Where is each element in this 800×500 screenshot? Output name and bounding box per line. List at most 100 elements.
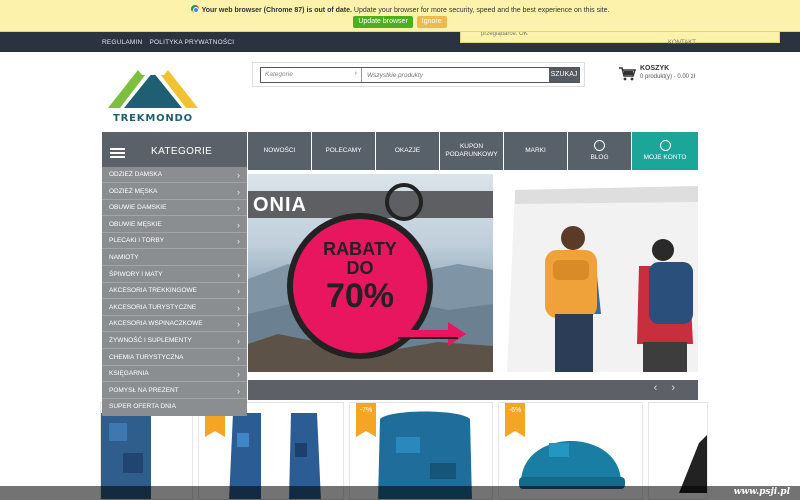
- nav-item-label: MOJE KONTO: [643, 153, 687, 161]
- nav-item-new[interactable]: NOWOŚCI: [248, 132, 311, 170]
- nav-item-brands[interactable]: MARKI: [504, 132, 567, 170]
- logo-brand-text: TREKMONDO: [113, 113, 193, 124]
- category-label: CHEMIA TURYSTYCZNA: [109, 353, 184, 361]
- category-item-bookstore[interactable]: KSIĘGARNIA ›: [102, 366, 247, 383]
- category-item-sleeping-bags[interactable]: ŚPIWORY I MATY ›: [102, 267, 247, 283]
- nav-item-deals[interactable]: OKAZJE: [376, 132, 439, 170]
- products-carousel-bar: ‹›: [248, 380, 698, 400]
- category-item-gift-ideas[interactable]: POMYSŁ NA PREZENT ›: [102, 383, 247, 399]
- hamburger-icon: [110, 148, 125, 150]
- nav-item-my-account[interactable]: MOJE KONTO: [632, 132, 698, 170]
- category-label: ŚPIWORY I MATY: [109, 270, 163, 278]
- category-label: SUPER OFERTA DNIA: [109, 403, 176, 411]
- category-item-womens-shoes[interactable]: OBUWIE DAMSKIE ›: [102, 200, 247, 217]
- watermark: www.psji.pl: [0, 486, 800, 500]
- cart[interactable]: KOSZYK 0 produkt(y) - 0.00 zł: [618, 64, 708, 84]
- category-label: NAMIOTY: [109, 254, 139, 261]
- contact-link[interactable]: KONTAKT: [668, 40, 696, 46]
- cart-summary: 0 produkt(y) - 0.00 zł: [640, 74, 696, 80]
- chevron-right-icon: ›: [237, 385, 240, 396]
- carousel-next-icon[interactable]: ›: [671, 382, 689, 394]
- category-item-travel-accessories[interactable]: AKCESORIA TURYSTYCZNE ›: [102, 300, 247, 316]
- browser-warning-text: Update your browser for more security, s…: [353, 7, 610, 14]
- categories-menu-toggle[interactable]: KATEGORIE: [102, 132, 247, 170]
- chrome-icon: [190, 5, 199, 13]
- link-regulamin[interactable]: REGULAMIN: [102, 39, 142, 46]
- category-label: AKCESORIA TURYSTYCZNE: [109, 303, 197, 311]
- nav-item-label: KUPON PODARUNKOWY: [445, 142, 498, 158]
- chevron-right-icon: ›: [237, 236, 240, 247]
- cart-icon: [619, 67, 636, 81]
- category-item-trekking-accessories[interactable]: AKCESORIA TREKKINGOWE ›: [102, 283, 247, 300]
- promo-banner-sale[interactable]: ONIA RABATY DO 70%: [248, 174, 493, 372]
- category-item-chemicals[interactable]: CHEMIA TURYSTYCZNA ›: [102, 350, 247, 366]
- search-input[interactable]: [364, 68, 549, 82]
- category-item-backpacks[interactable]: PLECAKI I TORBY ›: [102, 233, 247, 250]
- category-label: AKCESORIA WSPINACZKOWE: [109, 320, 203, 328]
- cookie-notice: przeglądarce. OK: [460, 31, 780, 43]
- browser-warning-bar: Your web browser (Chrome 87) is out of d…: [0, 0, 800, 32]
- discount-badge: -7%: [356, 403, 376, 437]
- logo-mountain-icon: [108, 70, 198, 108]
- chevron-right-icon: ›: [237, 352, 240, 363]
- chevron-right-icon: ›: [354, 70, 357, 77]
- nav-item-label: MARKI: [525, 146, 546, 154]
- category-label: PLECAKI I TORBY: [109, 237, 165, 245]
- search-category-placeholder: Kategorie: [265, 71, 293, 78]
- sale-tag-line3: 70%: [325, 277, 395, 315]
- chevron-right-icon: ›: [237, 219, 240, 230]
- blog-icon: [594, 139, 605, 151]
- category-label: KSIĘGARNIA: [109, 370, 149, 378]
- cart-label: KOSZYK: [640, 65, 670, 72]
- nav-item-label: NOWOŚCI: [263, 146, 296, 154]
- search-button[interactable]: SZUKAJ: [549, 68, 579, 82]
- nav-item-recommended[interactable]: POLECAMY: [312, 132, 375, 170]
- link-privacy-policy[interactable]: POLITYKA PRYWATNOŚCI: [149, 39, 234, 46]
- category-list: ODZIEŻ DAMSKA › ODZIEŻ MĘSKA › OBUWIE DAMS…: [102, 167, 247, 416]
- category-label: AKCESORIA TREKKINGOWE: [109, 287, 198, 295]
- chevron-right-icon: ›: [237, 336, 240, 346]
- chevron-right-icon: ›: [237, 286, 240, 297]
- search-panel: Kategorie › SZUKAJ: [252, 62, 585, 87]
- search-box: Kategorie › SZUKAJ: [260, 67, 580, 83]
- nav-item-blog[interactable]: BLOG: [568, 132, 631, 170]
- logo[interactable]: TREKMONDO: [102, 64, 204, 126]
- hikers-image: [507, 186, 698, 372]
- chevron-right-icon: ›: [237, 302, 240, 313]
- categories-title: KATEGORIE: [151, 146, 213, 157]
- category-item-deal-of-the-day[interactable]: SUPER OFERTA DNIA: [102, 399, 247, 415]
- sale-tag-line2: DO: [346, 258, 374, 278]
- category-item-mens-shoes[interactable]: OBUWIE MĘSKIE ›: [102, 217, 247, 233]
- chevron-right-icon: ›: [237, 170, 240, 180]
- watermark-text: www.psji.pl: [733, 487, 790, 497]
- category-item-tents[interactable]: NAMIOTY: [102, 250, 247, 266]
- category-label: ODZIEŻ DAMSKA: [109, 171, 163, 178]
- category-item-climbing-accessories[interactable]: AKCESORIA WSPINACZKOWE ›: [102, 316, 247, 333]
- category-label: POMYSŁ NA PREZENT: [109, 386, 179, 394]
- discount-badge: -6%: [505, 403, 525, 437]
- update-browser-button[interactable]: Update browser: [353, 16, 413, 28]
- category-label: ODZIEŻ MĘSKA: [109, 187, 158, 195]
- user-icon: [659, 139, 671, 151]
- chevron-right-icon: ›: [237, 203, 240, 214]
- main-nav: NOWOŚCI POLECAMY OKAZJE KUPON PODARUNKOW…: [248, 132, 698, 170]
- chevron-right-icon: ›: [237, 369, 240, 380]
- ignore-button[interactable]: Ignore: [416, 16, 447, 28]
- browser-warning-bold: Your web browser (Chrome 87) is out of d…: [201, 7, 352, 14]
- category-item-womens-clothing[interactable]: ODZIEŻ DAMSKA ›: [102, 167, 247, 183]
- category-label: OBUWIE MĘSKIE: [109, 220, 162, 228]
- chevron-right-icon: ›: [237, 269, 240, 280]
- nav-item-label: OKAZJE: [394, 146, 421, 154]
- promo-banner-hikers[interactable]: [493, 174, 698, 372]
- carousel-prev-icon[interactable]: ‹: [654, 382, 672, 394]
- search-category-select[interactable]: Kategorie ›: [261, 68, 362, 82]
- nav-item-label: POLECAMY: [325, 146, 362, 154]
- browser-warning-message: Your web browser (Chrome 87) is out of d…: [0, 5, 800, 14]
- nav-item-gift-coupon[interactable]: KUPON PODARUNKOWY: [440, 132, 503, 170]
- category-item-mens-clothing[interactable]: ODZIEŻ MĘSKA ›: [102, 184, 247, 200]
- chevron-right-icon: ›: [237, 186, 240, 197]
- category-item-food-supplements[interactable]: ŻYWNOŚĆ I SUPLEMENTY ›: [102, 333, 247, 349]
- chevron-right-icon: ›: [237, 319, 240, 330]
- category-label: OBUWIE DAMSKIE: [109, 204, 167, 212]
- category-label: ŻYWNOŚĆ I SUPLEMENTY: [109, 337, 192, 344]
